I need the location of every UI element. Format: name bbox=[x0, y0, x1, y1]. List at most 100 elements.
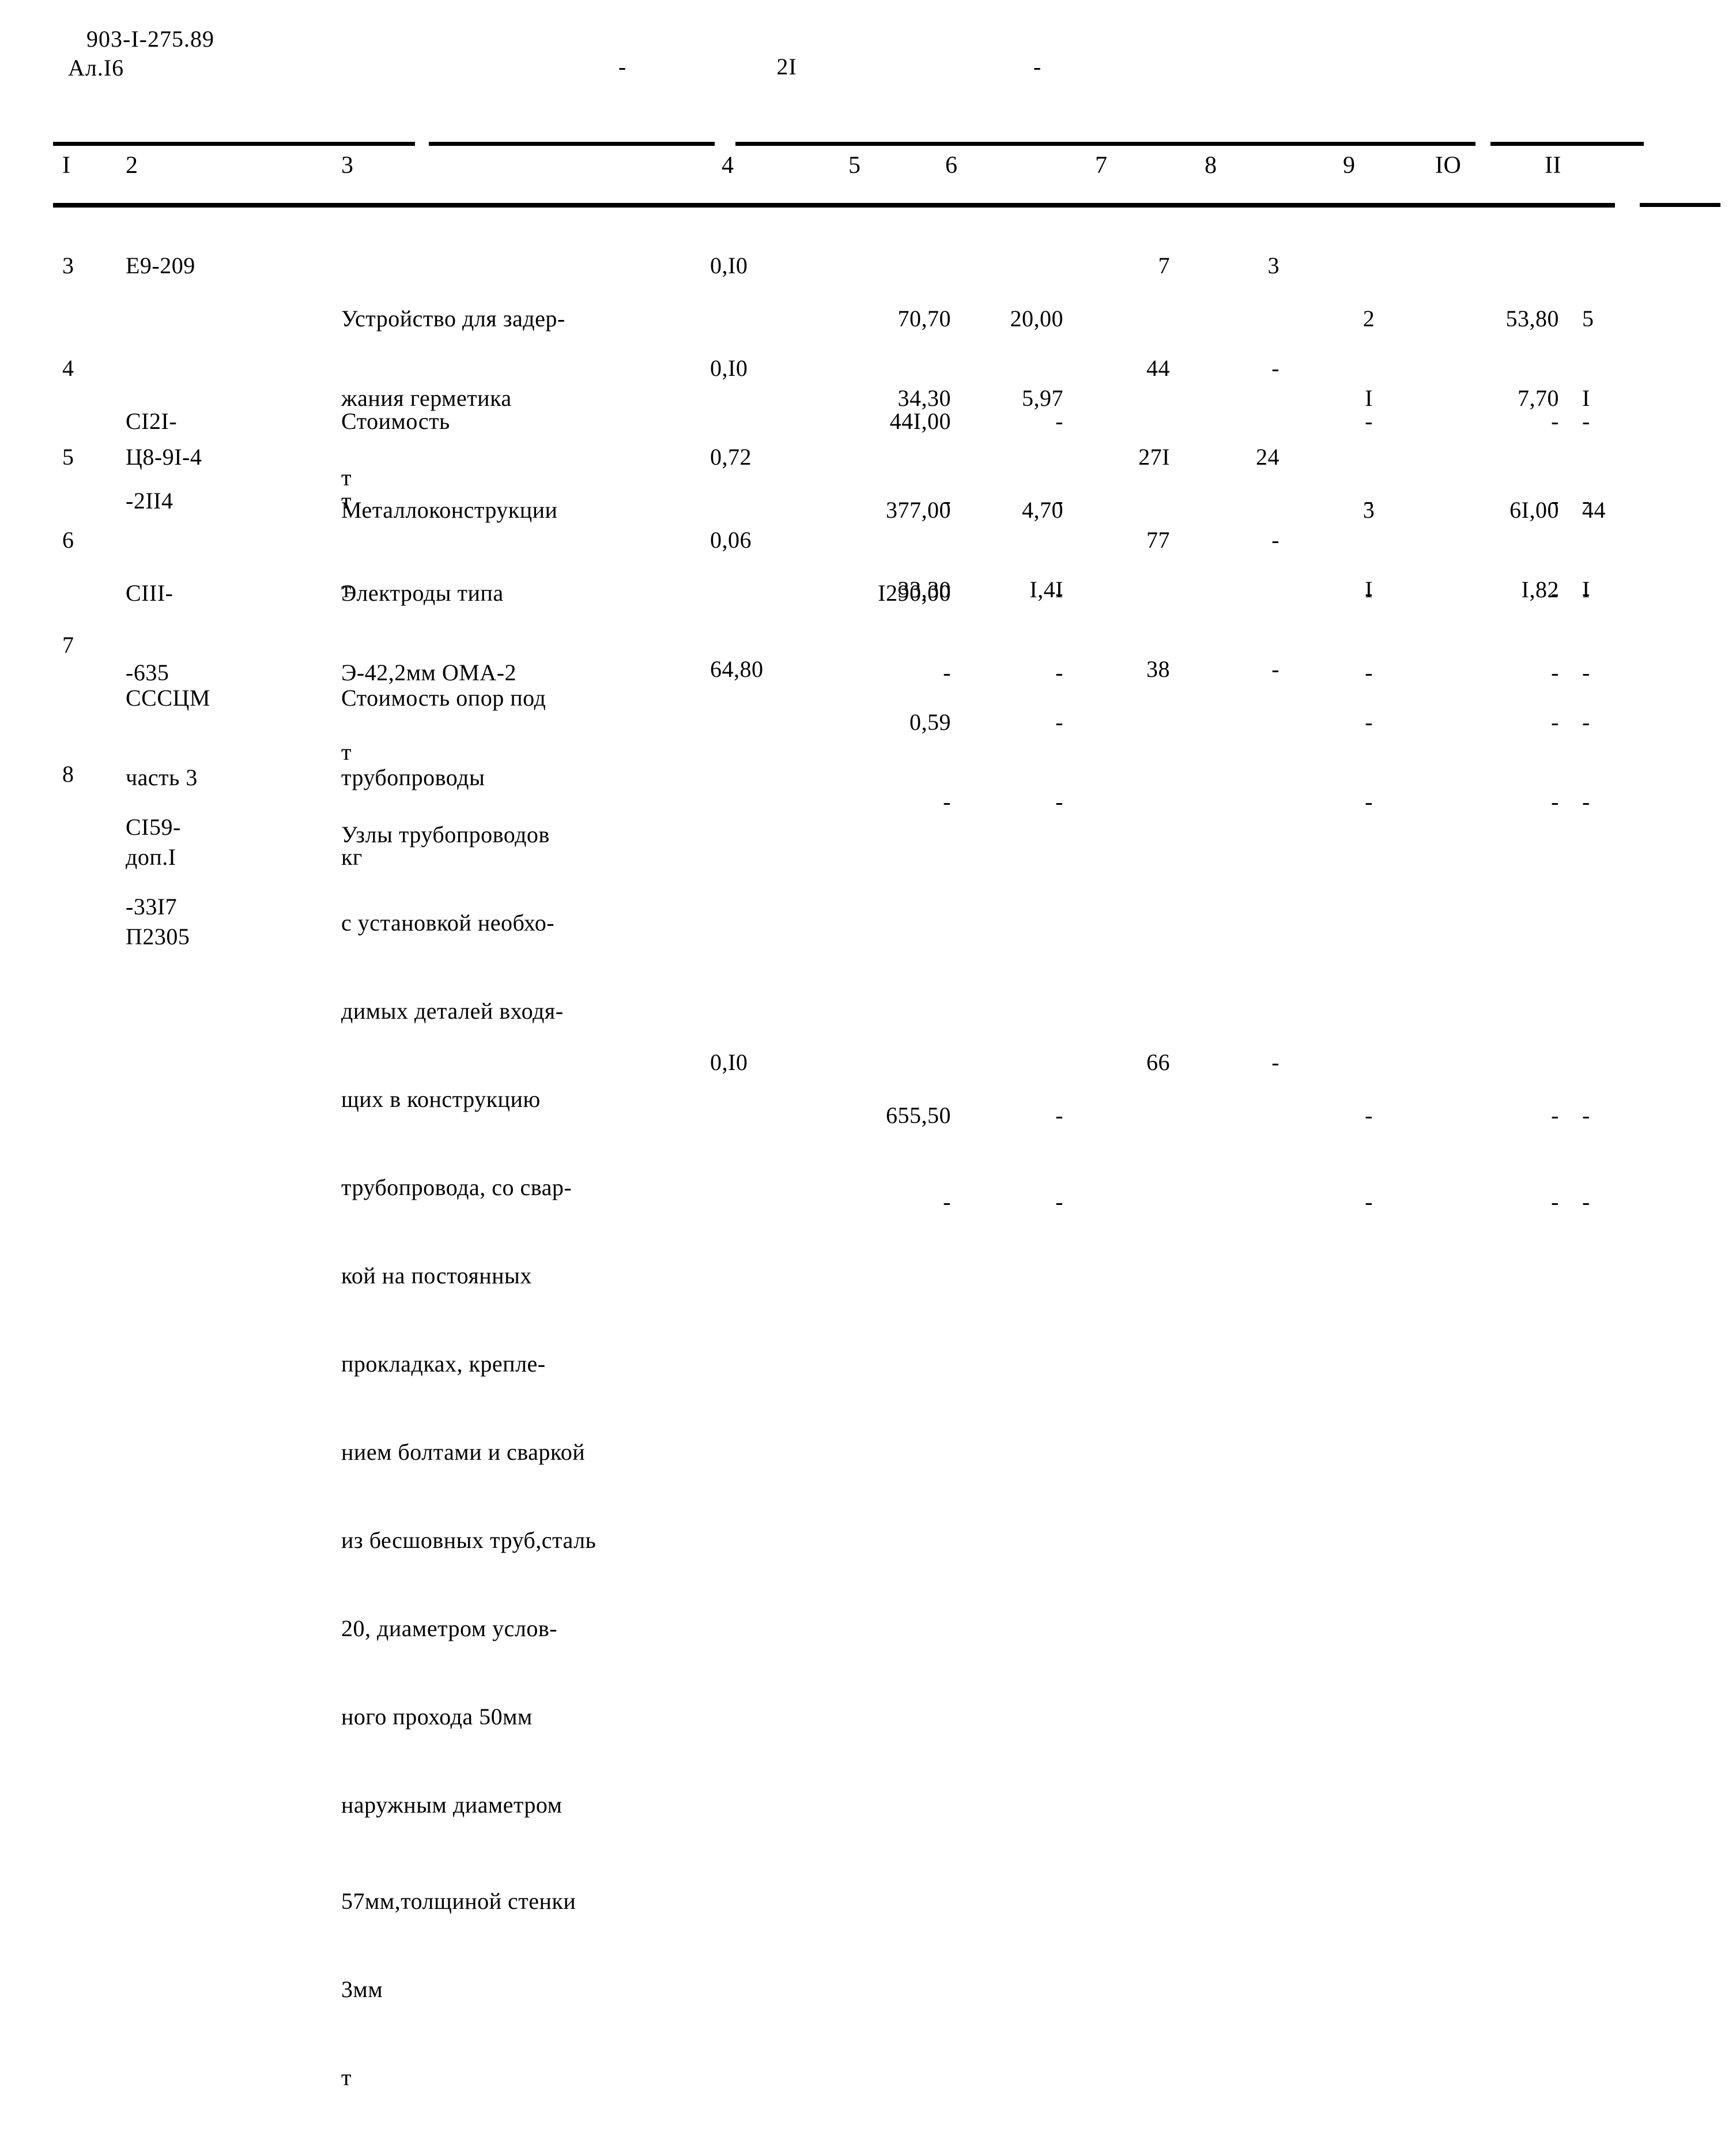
row-number: 6 bbox=[62, 527, 74, 553]
column-header-1: I bbox=[62, 152, 71, 179]
description-line: щих в конструкцию bbox=[341, 1086, 541, 1112]
description-line: 20, диаметром услов- bbox=[341, 1615, 558, 1641]
cell-col7: 44 bbox=[1146, 355, 1170, 381]
page-dash-right: - bbox=[1033, 54, 1042, 80]
cell-col10: - - bbox=[1438, 1049, 1559, 1268]
cell-col10: - - bbox=[1438, 656, 1559, 868]
cell-col4: 0,I0 bbox=[710, 355, 748, 381]
cell-col4: 0,I0 bbox=[710, 1049, 748, 1075]
cell-col7: 27I bbox=[1138, 444, 1170, 470]
page-dash-left: - bbox=[618, 54, 627, 80]
cell-col5: 0,59 - bbox=[830, 656, 951, 868]
cell-col8: - bbox=[1271, 527, 1280, 553]
description-line: Стоимость опор под bbox=[341, 685, 546, 711]
description-line: Металлоконструкции bbox=[341, 497, 558, 523]
row-code: Ц8-9I-4 bbox=[126, 444, 202, 470]
rule-break bbox=[415, 140, 429, 147]
cell-col4: 0,06 bbox=[710, 527, 752, 553]
cell-col6: - - bbox=[960, 656, 1063, 868]
cell-col8: 24 bbox=[1256, 444, 1280, 470]
row-number: 5 bbox=[62, 444, 74, 470]
description-line: с установкой необхо- bbox=[341, 910, 555, 936]
row-number: 8 bbox=[62, 761, 74, 787]
cell-col8: - bbox=[1271, 1049, 1280, 1075]
description-line: кой на постоянных bbox=[341, 1263, 532, 1289]
cell-col9: - - bbox=[1352, 1049, 1386, 1268]
cell-col4: 0,72 bbox=[710, 444, 752, 470]
cell-value-bottom: - bbox=[1551, 789, 1559, 815]
cell-value-bottom: - bbox=[1365, 789, 1373, 815]
cell-col8: - bbox=[1271, 355, 1280, 381]
cell-value-top: 0,59 bbox=[909, 709, 951, 735]
cell-col7: 77 bbox=[1146, 527, 1170, 553]
column-header-2: 2 bbox=[126, 152, 138, 179]
cell-value-top: - bbox=[1365, 408, 1373, 434]
description-line: 57мм,толщиной стенки bbox=[341, 1888, 576, 1914]
column-header-9: 9 bbox=[1343, 152, 1356, 179]
description-line: прокладках, крепле- bbox=[341, 1351, 546, 1377]
rule-break bbox=[715, 140, 735, 147]
cell-value-top: - bbox=[1055, 408, 1063, 434]
cell-value-top: - bbox=[1551, 1102, 1559, 1128]
table-header-rule bbox=[53, 203, 1615, 208]
cell-value-top: 6I,00 bbox=[1509, 497, 1559, 523]
description-line: Стоимость bbox=[341, 408, 450, 434]
cell-col5: 655,50 - bbox=[830, 1049, 951, 1268]
code-line: CIII- bbox=[126, 580, 173, 606]
cell-value-top: - bbox=[1582, 1102, 1590, 1128]
row-code: E9-209 bbox=[126, 253, 195, 278]
cell-value-top: I290,00 bbox=[878, 580, 951, 606]
cell-col9: - - bbox=[1352, 656, 1386, 868]
page-number: 2I bbox=[776, 54, 797, 80]
cell-value-top: 655,50 bbox=[886, 1102, 951, 1128]
row-number: 4 bbox=[62, 355, 74, 381]
table-top-rule bbox=[53, 142, 1644, 146]
cell-value-top: 44I,00 bbox=[889, 408, 951, 434]
cell-value-top: - bbox=[1582, 580, 1590, 606]
cell-value-top: 70,70 bbox=[897, 306, 951, 331]
cell-value-bottom: - bbox=[943, 789, 951, 815]
description-line: димых деталей входя- bbox=[341, 998, 564, 1024]
cell-value-top: 377,00 bbox=[886, 497, 951, 523]
cell-col4: 64,80 bbox=[710, 656, 764, 682]
cell-value-bottom: - bbox=[1551, 1189, 1559, 1215]
description-line: Узлы трубопроводов bbox=[341, 822, 550, 847]
cell-value-top: - bbox=[1582, 709, 1590, 735]
description-line: Электроды типа bbox=[341, 580, 504, 606]
sheet-code: Ал.I6 bbox=[68, 55, 124, 81]
cell-value-top: - bbox=[1055, 1102, 1063, 1128]
cell-value-top: - bbox=[1055, 709, 1063, 735]
cell-col11: - - bbox=[1582, 656, 1622, 868]
row-code: CI59- -33I7 bbox=[126, 761, 258, 973]
description-line: трубопровода, со свар- bbox=[341, 1174, 572, 1200]
description-line: наружным диаметром bbox=[341, 1792, 563, 1818]
column-header-11: II bbox=[1545, 152, 1561, 179]
cell-value-top: 3 bbox=[1363, 497, 1375, 523]
document-page: 903-I-275.89 Ал.I6 - 2I - I 2 3 4 5 6 7 … bbox=[0, 0, 1736, 2090]
description-line: 3мм bbox=[341, 1976, 383, 2002]
cell-col8: 3 bbox=[1267, 253, 1280, 278]
cell-value-top: - bbox=[1551, 408, 1559, 434]
cell-value-top: 5 bbox=[1582, 306, 1594, 331]
cell-col4: 0,I0 bbox=[710, 253, 748, 278]
row-number: 3 bbox=[62, 253, 74, 278]
cell-value-bottom: - bbox=[1055, 789, 1063, 815]
cell-value-bottom: - bbox=[943, 1189, 951, 1215]
cell-value-top: - bbox=[1582, 408, 1590, 434]
cell-value-top: - bbox=[1365, 1102, 1373, 1128]
cell-value-top: - bbox=[1365, 709, 1373, 735]
code-line: СССЦМ bbox=[126, 685, 210, 711]
cell-value-bottom: - bbox=[1582, 789, 1590, 815]
code-line: -2II4 bbox=[126, 488, 173, 514]
cell-value-top: - bbox=[1365, 580, 1373, 606]
cell-col8: - bbox=[1271, 656, 1280, 682]
column-header-4: 4 bbox=[722, 152, 734, 179]
cell-col6: - - bbox=[960, 1049, 1063, 1268]
code-line: CI59- bbox=[126, 814, 181, 840]
cell-value-top: 2 bbox=[1363, 306, 1375, 331]
cell-value-top: 53,80 bbox=[1505, 306, 1559, 331]
cell-value-top: 20,00 bbox=[1010, 306, 1063, 331]
cell-value-top: 4,70 bbox=[1022, 497, 1063, 523]
cell-col11: - - bbox=[1582, 1049, 1622, 1268]
column-header-3: 3 bbox=[341, 152, 354, 179]
